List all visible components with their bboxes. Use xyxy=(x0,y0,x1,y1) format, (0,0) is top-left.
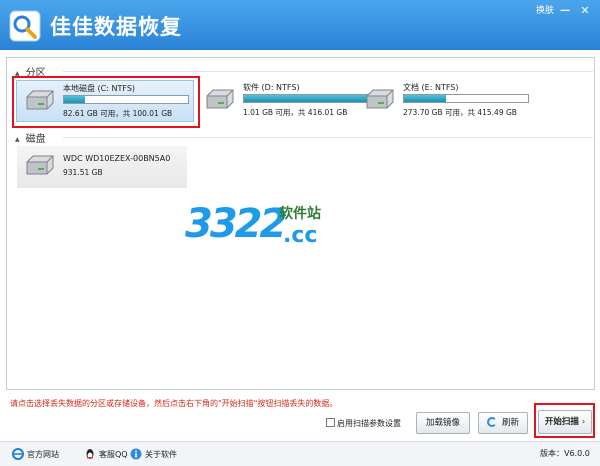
partition-capacity: 273.70 GB 可用，共 415.49 GB xyxy=(403,108,517,117)
partition-e[interactable]: 文档 (E: NTFS) 273.70 GB 可用，共 415.49 GB xyxy=(357,80,535,122)
usage-bar xyxy=(403,94,529,103)
watermark-subtitle: 软件站 xyxy=(279,206,321,222)
info-icon xyxy=(130,448,142,460)
disk-name: WDC WD10EZEX-00BN5A0 xyxy=(63,154,171,163)
checkbox-box[interactable] xyxy=(326,418,335,427)
close-button[interactable]: ✕ xyxy=(578,4,592,18)
section-divider xyxy=(63,71,593,72)
hard-drive-icon xyxy=(26,155,54,175)
collapse-triangle-icon: ▲ xyxy=(15,136,20,143)
support-qq-link[interactable]: 客服QQ xyxy=(84,448,128,460)
app-title: 佳佳数据恢复 xyxy=(50,15,182,39)
minimize-button[interactable]: — xyxy=(558,4,572,18)
physical-disk[interactable]: WDC WD10EZEX-00BN5A0 931.51 GB xyxy=(17,146,187,188)
watermark-domain: .cc xyxy=(283,223,318,248)
version-label: 版本：V6.0.0 xyxy=(540,449,590,458)
selection-highlight xyxy=(12,76,200,128)
disk-capacity: 931.51 GB xyxy=(63,168,103,177)
watermark-number: 3322 xyxy=(185,201,287,247)
qq-icon xyxy=(86,449,94,459)
hard-drive-icon xyxy=(206,89,234,109)
section-divider xyxy=(63,137,593,138)
partition-d[interactable]: 软件 (D: NTFS) 1.01 GB 可用，共 416.01 GB xyxy=(197,80,375,122)
disks-section-header[interactable]: ▲ 磁盘 xyxy=(15,130,593,145)
title-bar: 佳佳数据恢复 换肤 — ✕ xyxy=(0,0,600,50)
skin-button[interactable]: 换肤 xyxy=(536,4,554,18)
status-footer: 官方网站 客服QQ 关于软件 版本：V6.0.0 xyxy=(0,441,600,466)
app-logo-icon xyxy=(9,10,41,42)
partition-capacity: 1.01 GB 可用，共 416.01 GB xyxy=(243,108,348,117)
usage-bar xyxy=(243,94,369,103)
official-website-link[interactable]: 官方网站 xyxy=(12,448,59,460)
instruction-hint: 请点击选择丢失数据的分区或存储设备，然后点击右下角的"开始扫描"按钮扫描丢失的数… xyxy=(10,399,338,408)
hard-drive-icon xyxy=(366,89,394,109)
ie-icon xyxy=(12,448,24,460)
refresh-button[interactable]: 刷新 xyxy=(478,412,528,434)
refresh-icon xyxy=(486,417,497,427)
partition-name: 软件 (D: NTFS) xyxy=(243,83,300,92)
start-scan-highlight xyxy=(534,403,595,438)
about-software-link[interactable]: 关于软件 xyxy=(130,448,177,460)
partition-name: 文档 (E: NTFS) xyxy=(403,83,459,92)
watermark-logo: 3322 软件站 .cc xyxy=(185,195,345,265)
load-image-button[interactable]: 加载镜像 xyxy=(416,412,470,434)
scan-params-checkbox[interactable]: 启用扫描参数设置 xyxy=(326,418,401,429)
